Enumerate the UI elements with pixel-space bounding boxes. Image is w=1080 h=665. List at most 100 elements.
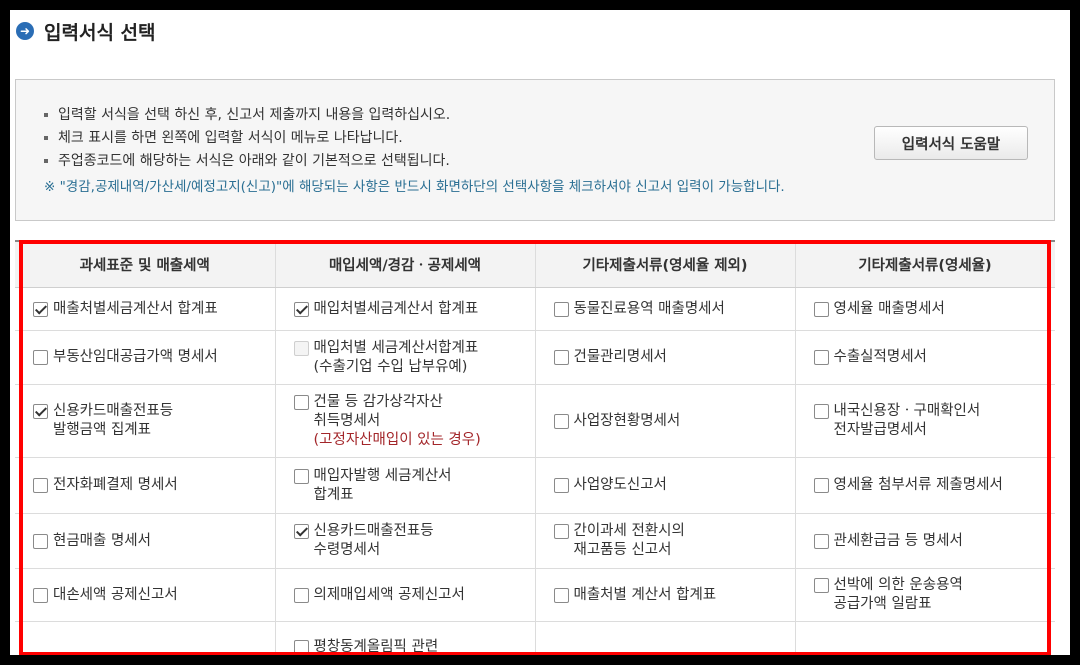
table-cell: 내국신용장ㆍ구매확인서 전자발급명세서	[795, 384, 1055, 458]
table-cell: 매입처별 세금계산서합계표 (수출기업 수입 납부유예)	[275, 330, 536, 385]
table-cell: 선박에 의한 운송용역 공급가액 일람표	[795, 568, 1055, 622]
form-option[interactable]: 부동산임대공급가액 명세서	[33, 348, 275, 367]
form-option-label: 현금매출 명세서	[53, 532, 151, 551]
form-option-label: 선박에 의한 운송용역 공급가액 일람표	[834, 576, 963, 614]
form-option-label: 수출실적명세서	[834, 348, 927, 367]
form-option-label: 평창동계올림픽 관련	[314, 638, 439, 656]
form-help-button[interactable]: 입력서식 도움말	[874, 126, 1028, 160]
form-checkbox[interactable]	[813, 404, 829, 419]
form-checkbox[interactable]	[813, 478, 829, 493]
form-option-label: 매입처별세금계산서 합계표	[314, 300, 479, 319]
table-row: 대손세액 공제신고서 의제매입세액 공제신고서 매출처별 계산서 합계표 선박에 의한…	[15, 568, 1055, 622]
page-frame: ➜ 입력서식 선택 입력할 서식을 선택 하신 후, 신고서 제출까지 내용을 …	[10, 10, 1070, 655]
form-checkbox[interactable]	[33, 404, 48, 419]
form-option-label: 전자화폐결제 명세서	[53, 476, 178, 495]
form-option[interactable]: 현금매출 명세서	[33, 532, 275, 551]
form-checkbox[interactable]	[33, 478, 48, 493]
form-option[interactable]: 신용카드매출전표등 수령명세서	[293, 522, 535, 560]
form-option[interactable]: 영세율 매출명세서	[813, 300, 1055, 319]
column-header: 매입세액/경감ㆍ공제세액	[275, 240, 536, 288]
form-selection-table-wrap: 과세표준 및 매출세액 매입세액/경감ㆍ공제세액 기타제출서류(영세율 제외) …	[15, 240, 1055, 655]
form-option[interactable]: 평창동계올림픽 관련	[293, 638, 535, 656]
form-option-text: 매입자발행 세금계산서	[313, 467, 452, 484]
form-checkbox[interactable]	[293, 587, 309, 603]
form-checkbox[interactable]	[293, 301, 309, 317]
form-option[interactable]: 동물진료용역 매출명세서	[553, 300, 795, 319]
form-option[interactable]: 의제매입세액 공제신고서	[293, 586, 535, 605]
form-checkbox[interactable]	[813, 301, 829, 317]
form-option[interactable]: 매출처별세금계산서 합계표	[33, 300, 275, 319]
table-cell: 간이과세 전환시의 재고품등 신고서	[535, 513, 796, 569]
form-checkbox[interactable]	[33, 350, 48, 365]
form-option-label: 의제매입세액 공제신고서	[314, 586, 465, 605]
form-option-subtext: 취득명세서	[313, 412, 381, 429]
info-note: ※ "경감,공제내역/가산세/예정고지(신고)"에 해당되는 사항은 반드시 화…	[44, 179, 785, 195]
table-cell: 신용카드매출전표등 발행금액 집계표	[15, 384, 276, 458]
form-checkbox[interactable]	[33, 533, 48, 549]
form-option[interactable]: 수출실적명세서	[813, 348, 1055, 367]
form-checkbox[interactable]	[293, 524, 309, 539]
arrow-right-circle-icon: ➜	[16, 22, 34, 40]
table-cell: 사업양도신고서	[535, 457, 796, 514]
form-checkbox[interactable]	[813, 578, 829, 593]
form-option-label: 내국신용장ㆍ구매확인서 전자발급명세서	[834, 402, 981, 440]
info-list: 입력할 서식을 선택 하신 후, 신고서 제출까지 내용을 입력하십시오. 체크…	[44, 104, 450, 173]
form-checkbox[interactable]	[293, 394, 309, 410]
table-cell: 동물진료용역 매출명세서	[535, 287, 796, 331]
form-option[interactable]: 대손세액 공제신고서	[33, 586, 275, 605]
form-option-subtext: 합계표	[313, 486, 354, 503]
form-selection-table: 과세표준 및 매출세액 매입세액/경감ㆍ공제세액 기타제출서류(영세율 제외) …	[15, 240, 1055, 655]
form-option[interactable]: 영세율 첨부서류 제출명세서	[813, 476, 1055, 495]
form-option[interactable]: 선박에 의한 운송용역 공급가액 일람표	[813, 576, 1055, 614]
form-checkbox[interactable]	[553, 350, 569, 365]
form-checkbox[interactable]	[33, 587, 48, 603]
form-option[interactable]: 사업양도신고서	[553, 476, 795, 495]
column-header: 기타제출서류(영세율 제외)	[535, 240, 796, 288]
form-option[interactable]: 매출처별 계산서 합계표	[553, 586, 795, 605]
info-box: 입력할 서식을 선택 하신 후, 신고서 제출까지 내용을 입력하십시오. 체크…	[15, 79, 1055, 221]
form-option-warning: (고정자산매입이 있는 경우)	[313, 431, 481, 448]
form-option-text: 영세율 첨부서류 제출명세서	[833, 477, 1003, 493]
form-option[interactable]: 관세환급금 등 명세서	[813, 532, 1055, 551]
column-header: 기타제출서류(영세율)	[795, 240, 1055, 288]
form-option[interactable]: 건물관리명세서	[553, 348, 795, 367]
form-option-label: 신용카드매출전표등 수령명세서	[314, 522, 434, 560]
form-option-label: 매출처별 계산서 합계표	[574, 586, 717, 605]
form-option[interactable]: 매입자발행 세금계산서합계표	[293, 467, 535, 505]
table-row: 부동산임대공급가액 명세서 매입처별 세금계산서합계표 (수출기업 수입 납부유예)…	[15, 330, 1055, 385]
form-option[interactable]: 매입처별세금계산서 합계표	[293, 300, 535, 319]
table-cell: 매입처별세금계산서 합계표	[275, 287, 536, 331]
form-option[interactable]: 전자화폐결제 명세서	[33, 476, 275, 495]
form-checkbox[interactable]	[33, 301, 48, 317]
form-option-text: 건물관리명세서	[573, 349, 667, 365]
form-option-label: 간이과세 전환시의 재고품등 신고서	[574, 522, 685, 560]
table-row: 전자화폐결제 명세서 매입자발행 세금계산서합계표 사업양도신고서 영세율 첨부서류 …	[15, 457, 1055, 514]
form-checkbox[interactable]	[813, 350, 829, 365]
form-checkbox	[293, 340, 309, 356]
form-checkbox[interactable]	[553, 478, 569, 493]
form-option[interactable]: 사업장현황명세서	[553, 412, 795, 431]
table-row: 신용카드매출전표등 발행금액 집계표 건물 등 감가상각자산 취득명세서 (고정자산매입…	[15, 384, 1055, 458]
form-checkbox[interactable]	[293, 468, 309, 484]
form-option[interactable]: 신용카드매출전표등 발행금액 집계표	[33, 402, 275, 440]
form-option-label: 매출처별세금계산서 합계표	[53, 300, 218, 319]
form-option-label: 신용카드매출전표등 발행금액 집계표	[53, 402, 173, 440]
form-option[interactable]: 건물 등 감가상각자산 취득명세서 (고정자산매입이 있는 경우)	[293, 393, 535, 450]
section-heading: ➜ 입력서식 선택	[16, 16, 156, 46]
form-option-text: 사업장현황명세서	[573, 412, 681, 429]
form-checkbox[interactable]	[553, 413, 569, 429]
form-option[interactable]: 내국신용장ㆍ구매확인서 전자발급명세서	[813, 402, 1055, 440]
form-checkbox[interactable]	[553, 301, 569, 317]
form-checkbox[interactable]	[553, 524, 569, 539]
bullet-icon	[44, 113, 48, 117]
form-checkbox[interactable]	[293, 639, 309, 655]
info-item: 입력할 서식을 선택 하신 후, 신고서 제출까지 내용을 입력하십시오.	[44, 104, 450, 127]
table-cell: 전자화폐결제 명세서	[15, 457, 276, 514]
form-option-text: 매입처별 세금계산서합계표	[313, 339, 479, 356]
table-cell: 사업장현황명세서	[535, 384, 796, 458]
form-option-text: 수출실적명세서	[833, 349, 927, 365]
form-option[interactable]: 간이과세 전환시의 재고품등 신고서	[553, 522, 795, 560]
form-option-text: 평창동계올림픽 관련	[313, 638, 439, 655]
form-checkbox[interactable]	[813, 533, 829, 549]
form-checkbox[interactable]	[553, 587, 569, 603]
